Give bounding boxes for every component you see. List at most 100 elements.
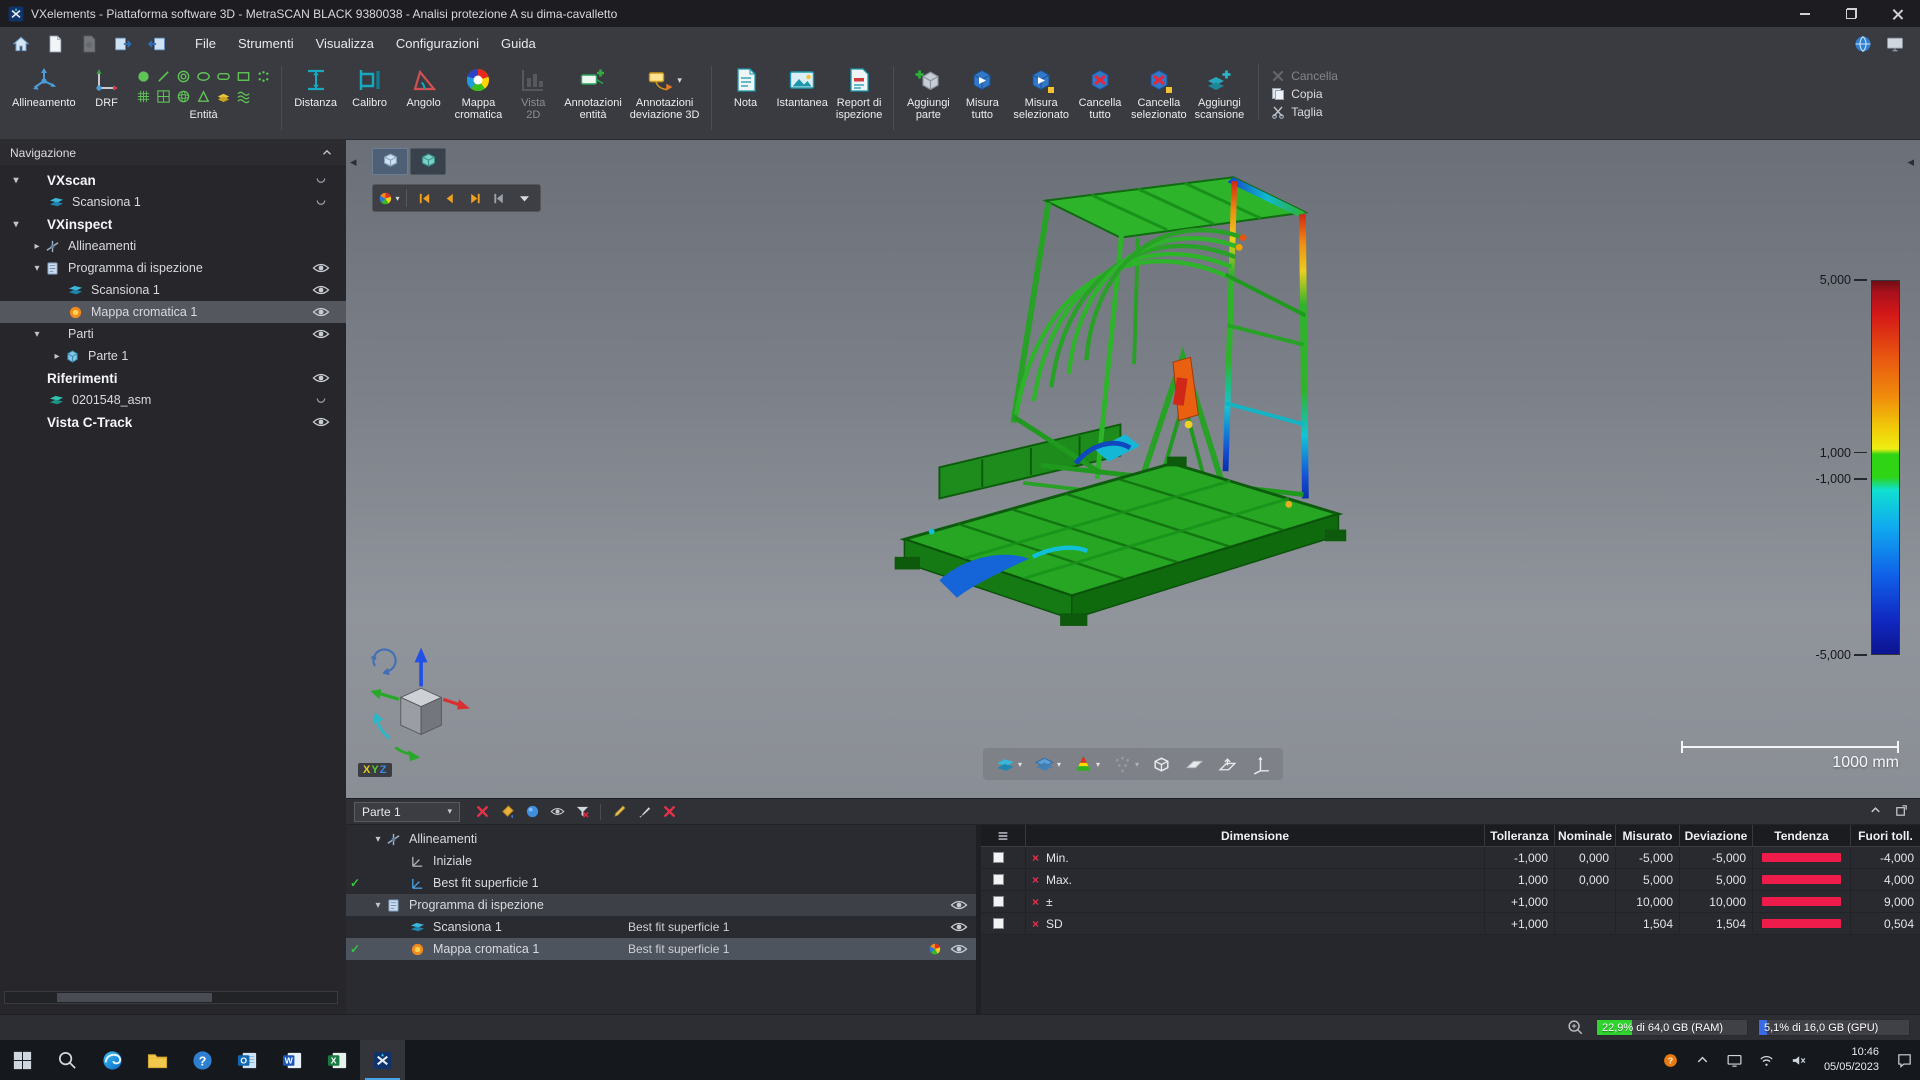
chevron-icon[interactable]: ▾ [370,900,386,911]
entity-sphere-button[interactable] [174,86,194,106]
tree-item[interactable]: Mappa cromatica 1 [0,301,346,323]
collapse-panel-icon[interactable] [320,146,336,160]
go-previous-button[interactable]: ▾ [437,186,461,210]
go-first-button[interactable]: ▾ [412,186,436,210]
new-session-button[interactable] [40,30,70,58]
clipping-plane-button[interactable]: ▾ [1215,751,1240,777]
istantanea-button[interactable]: ▾ Istantanea [773,63,832,111]
taglia-button[interactable]: Taglia [1271,105,1338,119]
cancella-selezionato-button[interactable]: ▾ Cancella selezionato [1127,63,1191,123]
arc-icon[interactable] [312,393,334,408]
xyz-axes-badge[interactable]: XYZ [358,763,392,777]
tray-expand-button[interactable] [1687,1040,1719,1080]
3d-viewport[interactable]: ◂ ◂ ▾ ▾ [346,140,1920,798]
view-options-button[interactable]: ▾ [512,186,536,210]
dropdown-caret-icon[interactable]: ▾ [1096,760,1100,769]
viewport-tab-1[interactable] [372,148,408,175]
dropdown-caret-icon[interactable]: ▾ [1135,760,1139,769]
table-menu-icon[interactable] [981,825,1026,846]
entity-ellipse-button[interactable] [194,66,214,86]
export-session-button[interactable] [142,30,172,58]
viewport-tab-2[interactable] [410,148,446,175]
targets-display-button[interactable]: ▾ [1110,751,1141,777]
popout-panel-button[interactable] [1894,803,1912,821]
arc-icon[interactable] [312,173,334,188]
tree-item[interactable]: ▾ Programma di ispezione [0,257,346,279]
tree-item[interactable]: ▾ Parti [0,323,346,345]
mappa-cromatica-button[interactable]: ▾ Mappa cromatica [451,63,507,123]
tree-item[interactable]: Scansiona 1 [0,191,346,213]
toggle-visibility-button[interactable] [546,802,568,822]
minimize-button[interactable] [1782,0,1828,27]
support-button[interactable]: ? [1655,1040,1687,1080]
entity-plane-button[interactable] [134,86,154,106]
tray-device-icon[interactable] [1719,1040,1751,1080]
chevron-icon[interactable]: ▾ [29,329,45,340]
clear-filter-button[interactable] [571,802,593,822]
row-checkbox[interactable] [993,874,1004,885]
taskbar-explorer-button[interactable] [135,1040,180,1080]
edit-entity-button[interactable] [608,802,630,822]
save-session-button[interactable] [74,30,104,58]
dropdown-caret-icon[interactable]: ▾ [677,75,682,86]
cancella-tutto-button[interactable]: ▾ Cancella tutto [1073,63,1127,123]
taskbar-word-button[interactable]: W [270,1040,315,1080]
column-header[interactable]: Tolleranza [1485,825,1555,846]
go-last-button[interactable]: ▾ [487,186,511,210]
search-button[interactable] [45,1040,90,1080]
taskbar-outlook-button[interactable]: O [225,1040,270,1080]
remote-display-button[interactable] [1880,30,1910,58]
eye-icon[interactable] [950,899,976,911]
eye-icon[interactable] [312,327,334,342]
chevron-icon[interactable]: ▾ [370,834,386,845]
colormap-display-button[interactable]: ▾ [377,186,401,210]
menu-item[interactable]: Configurazioni [385,31,490,56]
colormap-mode-button[interactable]: ▾ [1071,751,1102,777]
eye-icon[interactable] [950,943,976,955]
reference-plane-button[interactable]: ▾ [1182,751,1207,777]
eye-icon[interactable] [312,371,334,386]
menu-item[interactable]: Strumenti [227,31,305,56]
allineamento-button[interactable]: ▾ Allineamento [8,63,80,111]
chevron-icon[interactable]: ▾ [29,263,45,274]
home-button[interactable] [6,30,36,58]
collapse-left-icon[interactable]: ◂ [350,154,357,170]
go-next-button[interactable]: ▾ [462,186,486,210]
taskbar-vxe-button[interactable] [360,1040,405,1080]
angolo-button[interactable]: ▾ Angolo [397,63,451,111]
column-header[interactable]: Dimensione [1026,825,1485,846]
entity-point-button[interactable] [134,66,154,86]
probe-sphere-button[interactable] [521,802,543,822]
cancella-button[interactable]: Cancella [1271,69,1338,83]
part-selector[interactable]: Parte 1▾ [354,802,460,822]
tree-item[interactable]: Riferimenti [0,367,346,389]
misura-selezionato-button[interactable]: ▾ Misura selezionato [1009,63,1073,123]
part-tree-item[interactable]: ✓ ▾ Allineamenti [346,828,976,850]
tree-item[interactable]: Scansiona 1 [0,279,346,301]
entity-grid-button[interactable] [154,86,174,106]
dropdown-caret-icon[interactable]: ▾ [1057,760,1061,769]
part-tree-item[interactable]: ✓ Iniziale [346,850,976,872]
aggiungi-scansione-button[interactable]: ▾ Aggiungi scansione [1191,63,1249,123]
column-header[interactable]: Tendenza [1753,825,1851,846]
eye-icon[interactable] [312,305,334,320]
eye-icon[interactable] [312,415,334,430]
bounding-box-button[interactable]: ▾ [1149,751,1174,777]
column-header[interactable]: Deviazione [1680,825,1753,846]
navigation-cube[interactable]: ? [362,638,482,768]
column-header[interactable]: Fuori toll. [1851,825,1920,846]
surface-display-button[interactable]: ▾ [993,751,1024,777]
tree-item[interactable]: ▸ Parte 1 [0,345,346,367]
taskbar-excel-button[interactable]: X [315,1040,360,1080]
import-session-button[interactable] [108,30,138,58]
entity-polygon-button[interactable] [254,66,274,86]
zoom-icon[interactable] [1566,1018,1586,1038]
horizontal-scrollbar[interactable] [4,991,338,1004]
collapse-panel-button[interactable] [1868,803,1886,821]
menu-item[interactable]: File [184,31,227,56]
origin-axes-button[interactable]: ▾ [1248,751,1273,777]
table-row[interactable]: ×Min. -1,000 0,000 -5,000 -5,000 -4,000 [981,847,1920,869]
notification-center-button[interactable] [1888,1040,1920,1080]
report-di-ispezione-button[interactable]: ▾ Report di ispezione [832,63,886,123]
tree-item[interactable]: Vista C-Track [0,411,346,433]
